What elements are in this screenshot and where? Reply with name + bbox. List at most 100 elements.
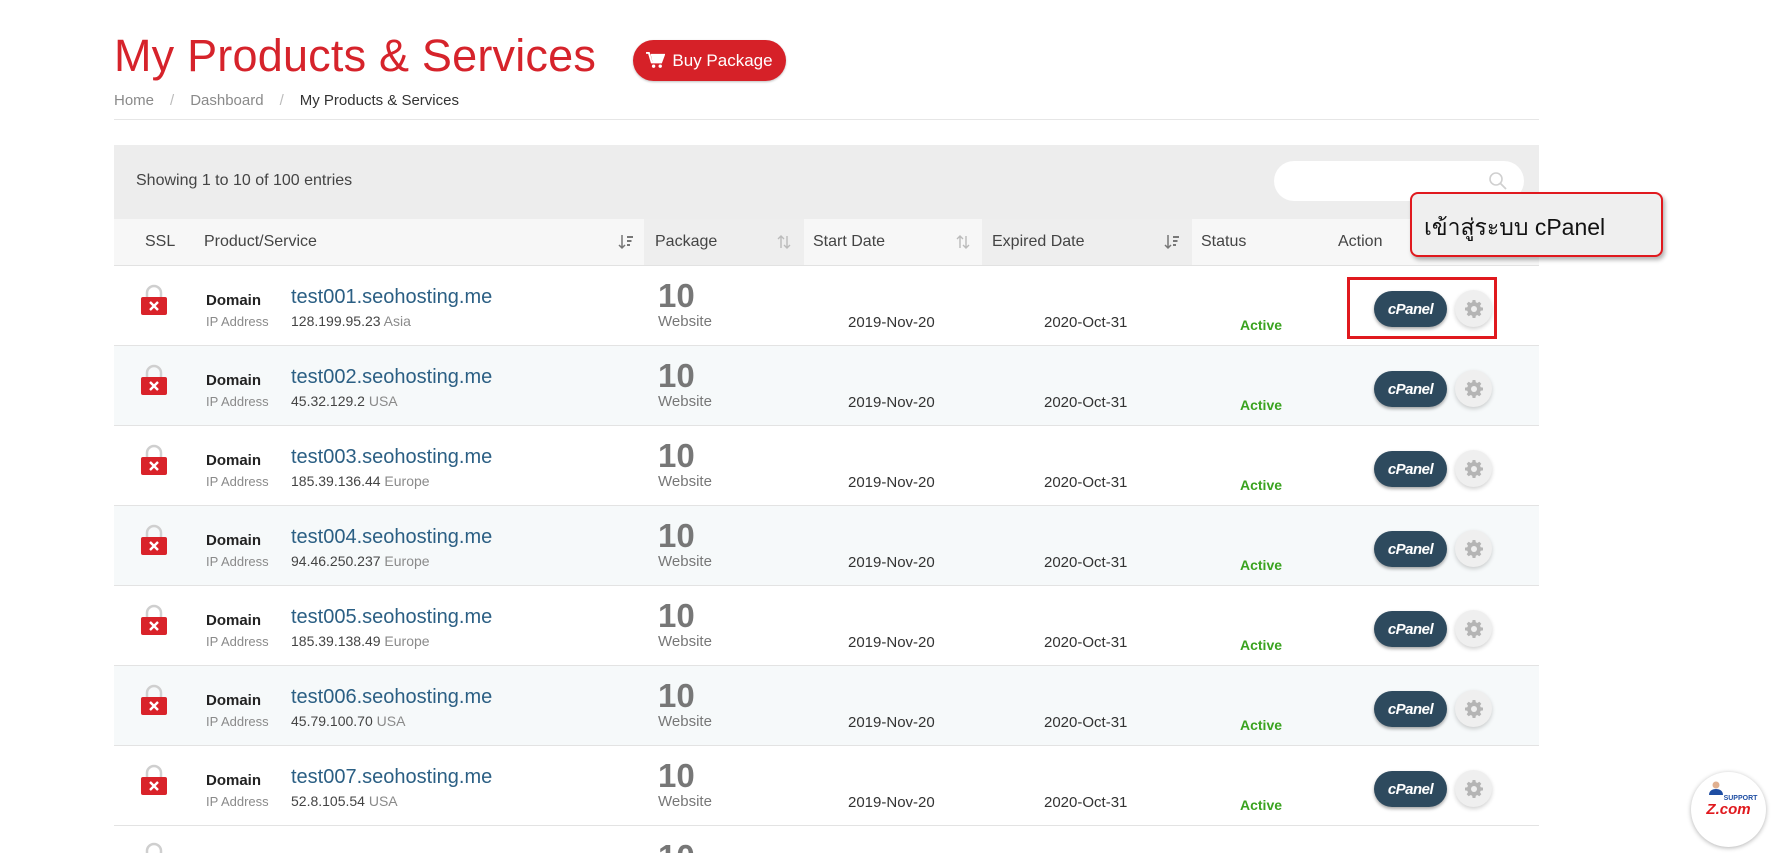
package-unit: Website <box>658 713 712 730</box>
domain-link[interactable]: test004.seohosting.me <box>291 526 492 549</box>
ip-address: 185.39.136.44 <box>291 473 381 489</box>
package-count: 10 <box>658 517 695 554</box>
service-type-label: Domain <box>206 452 262 469</box>
settings-button[interactable] <box>1455 450 1492 487</box>
gear-icon <box>1464 699 1484 719</box>
start-date: 2019-Nov-20 <box>848 794 935 811</box>
server-region: USA <box>376 713 406 729</box>
settings-button[interactable] <box>1455 770 1492 807</box>
buy-package-button[interactable]: Buy Package <box>633 40 786 81</box>
column-action: Action <box>1338 233 1383 250</box>
status-badge: Active <box>1240 557 1283 573</box>
column-start-date[interactable]: Start Date <box>813 219 885 265</box>
status-badge: Active <box>1240 637 1283 653</box>
service-type-label: Domain <box>206 692 262 709</box>
ip-address-label: IP Address <box>206 474 269 489</box>
ip-address-label: IP Address <box>206 794 269 809</box>
server-region: USA <box>368 793 398 809</box>
table-row: Domain IP Address test005.seohosting.me 185… <box>114 586 1539 666</box>
ssl-unsecured-lock-icon <box>140 764 168 796</box>
ip-address: 45.32.129.2 <box>291 393 365 409</box>
ip-address: 52.8.105.54 <box>291 793 365 809</box>
cpanel-callout: เข้าสู่ระบบ cPanel <box>1410 192 1663 257</box>
cpanel-login-button[interactable]: cPanel <box>1374 691 1447 727</box>
expired-date: 2020-Oct-31 <box>1044 634 1128 651</box>
package-unit: Website <box>658 393 712 410</box>
domain-link[interactable]: test006.seohosting.me <box>291 686 492 709</box>
server-region: Asia <box>383 313 411 329</box>
cpanel-highlight-box <box>1347 277 1497 339</box>
cpanel-login-button[interactable]: cPanel <box>1374 531 1447 567</box>
column-status[interactable]: Status <box>1201 219 1246 265</box>
domain-link[interactable]: test003.seohosting.me <box>291 446 492 469</box>
breadcrumb-dashboard[interactable]: Dashboard <box>190 92 263 109</box>
domain-link[interactable]: test001.seohosting.me <box>291 286 492 309</box>
package-unit: Website <box>658 473 712 490</box>
column-expired-date[interactable]: Expired Date <box>992 219 1085 265</box>
ssl-lock-icon <box>145 842 163 853</box>
cpanel-login-button[interactable]: cPanel <box>1374 451 1447 487</box>
expired-date: 2020-Oct-31 <box>1044 714 1128 731</box>
sort-icon[interactable] <box>776 234 792 250</box>
breadcrumb-current: My Products & Services <box>299 92 459 109</box>
sort-desc-icon[interactable] <box>618 234 634 250</box>
package-count: 10 <box>658 277 695 314</box>
breadcrumb-home[interactable]: Home <box>114 92 154 109</box>
support-chat-button[interactable]: SUPPORT Z.com <box>1691 772 1766 847</box>
package-count: 10 <box>658 677 695 714</box>
table-row: Domain IP Address test006.seohosting.me 45.… <box>114 666 1539 746</box>
ip-address-label: IP Address <box>206 314 269 329</box>
start-date: 2019-Nov-20 <box>848 474 935 491</box>
domain-link[interactable]: test007.seohosting.me <box>291 766 492 789</box>
gear-icon <box>1464 379 1484 399</box>
service-type-label: Domain <box>206 292 262 309</box>
ssl-unsecured-lock-icon <box>140 524 168 556</box>
table-row: Domain IP Address test004.seohosting.me 94.… <box>114 506 1539 586</box>
zcom-logo: Z.com <box>1706 801 1751 818</box>
start-date: 2019-Nov-20 <box>848 394 935 411</box>
column-product-service[interactable]: Product/Service <box>204 219 317 265</box>
ip-address-value: 128.199.95.23 Asia <box>291 313 411 329</box>
search-icon[interactable] <box>1488 171 1508 191</box>
expired-date: 2020-Oct-31 <box>1044 394 1128 411</box>
ip-address-label: IP Address <box>206 634 269 649</box>
status-badge: Active <box>1240 397 1283 413</box>
server-region: Europe <box>384 633 430 649</box>
status-badge: Active <box>1240 317 1283 333</box>
table-header: SSL Product/Service Package Start Date E… <box>114 219 1539 266</box>
gear-icon <box>1464 459 1484 479</box>
sort-icon[interactable] <box>955 234 971 250</box>
settings-button[interactable] <box>1455 370 1492 407</box>
ip-address: 128.199.95.23 <box>291 313 381 329</box>
ip-address-value: 94.46.250.237 Europe <box>291 553 430 569</box>
column-package[interactable]: Package <box>655 219 717 265</box>
gear-icon <box>1464 619 1484 639</box>
ssl-unsecured-lock-icon <box>140 684 168 716</box>
settings-button[interactable] <box>1455 530 1492 567</box>
breadcrumb: Home / Dashboard / My Products & Service… <box>114 92 459 109</box>
package-count: 10 <box>658 597 695 634</box>
package-unit: Website <box>658 793 712 810</box>
ip-address-value: 185.39.138.49 Europe <box>291 633 430 649</box>
service-type-label: Domain <box>206 372 262 389</box>
ip-address-value: 45.32.129.2 USA <box>291 393 398 409</box>
sort-desc-icon[interactable] <box>1164 234 1180 250</box>
service-type-label: Domain <box>206 532 262 549</box>
buy-package-label: Buy Package <box>672 50 773 70</box>
cpanel-login-button[interactable]: cPanel <box>1374 611 1447 647</box>
start-date: 2019-Nov-20 <box>848 554 935 571</box>
domain-link[interactable]: test005.seohosting.me <box>291 606 492 629</box>
column-ssl[interactable]: SSL <box>145 219 175 265</box>
support-agent-icon <box>1708 781 1723 795</box>
status-badge: Active <box>1240 797 1283 813</box>
ip-address-value: 52.8.105.54 USA <box>291 793 398 809</box>
settings-button[interactable] <box>1455 690 1492 727</box>
settings-button[interactable] <box>1455 610 1492 647</box>
package-count: 10 <box>658 437 695 474</box>
domain-link[interactable]: test002.seohosting.me <box>291 366 492 389</box>
service-type-label: Domain <box>206 612 262 629</box>
cpanel-login-button[interactable]: cPanel <box>1374 771 1447 807</box>
cart-icon <box>646 52 666 68</box>
cpanel-login-button[interactable]: cPanel <box>1374 371 1447 407</box>
ip-address-value: 45.79.100.70 USA <box>291 713 405 729</box>
